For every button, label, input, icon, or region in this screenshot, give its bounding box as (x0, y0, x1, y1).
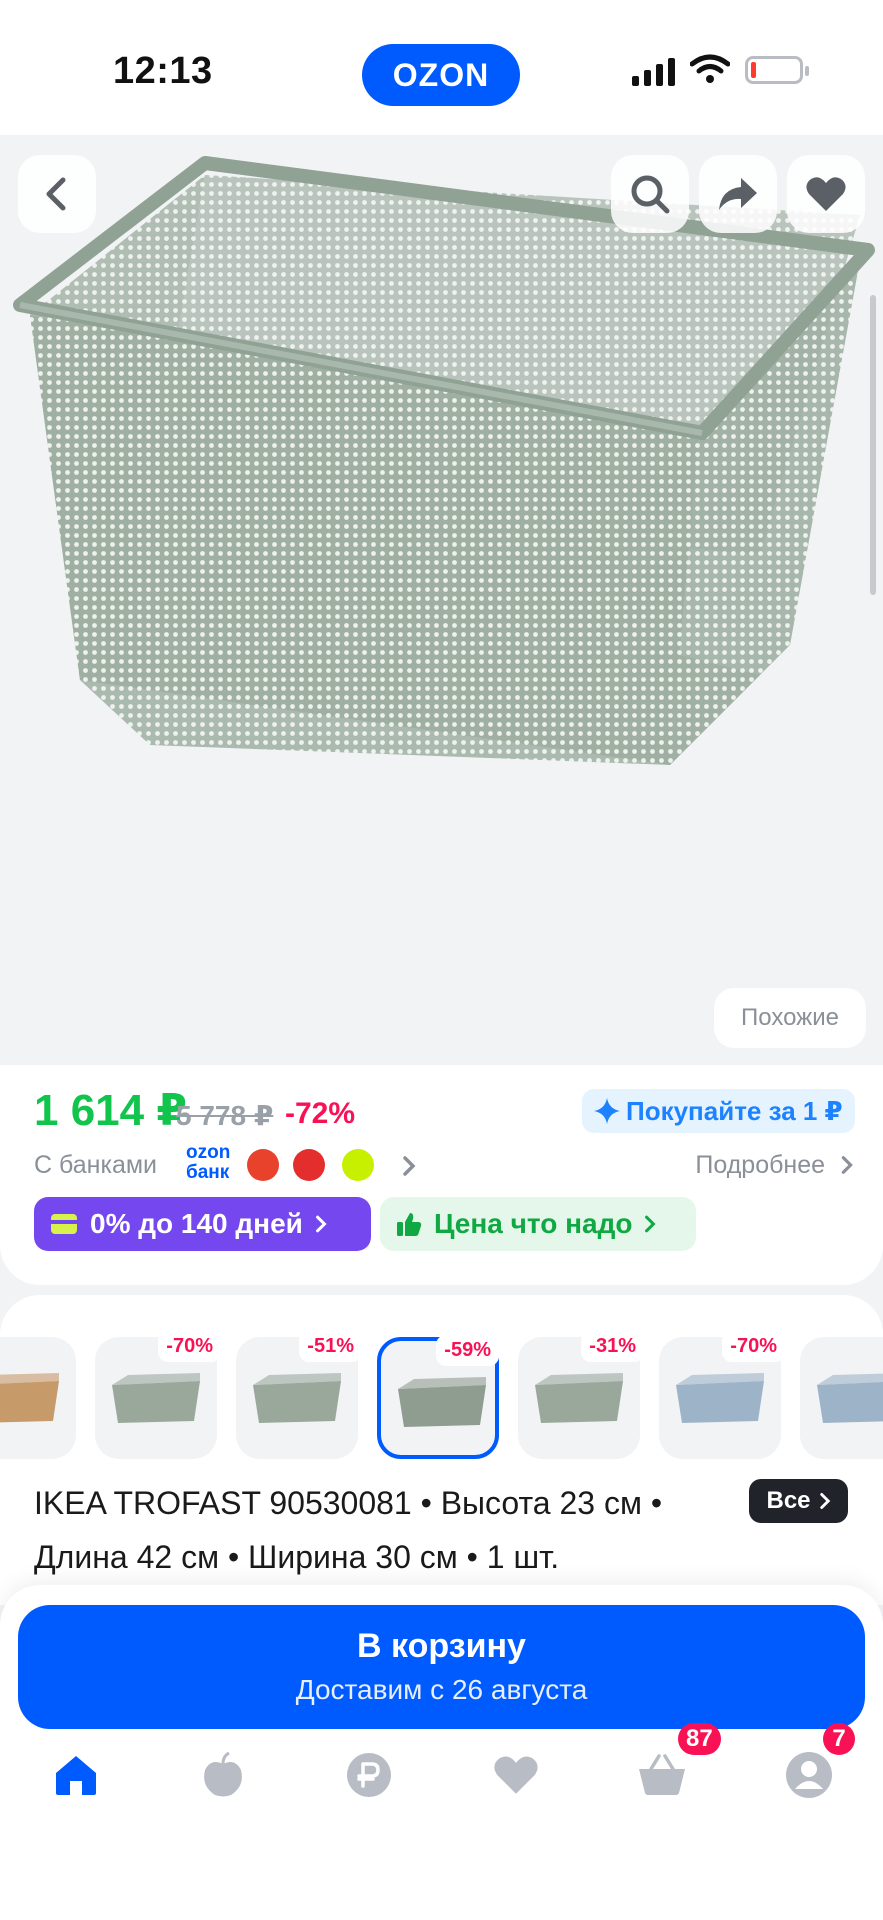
all-specs-button[interactable]: Все (749, 1479, 848, 1523)
cellular-signal-icon (632, 58, 675, 86)
search-icon (631, 175, 670, 214)
status-time: 12:13 (113, 50, 213, 92)
bank-offers-row[interactable]: С банками ozon банк Подробнее (34, 1143, 854, 1189)
variants-card: -70% -51% -59% -31% -70% -4 IKEA TROFAST 9053… (0, 1295, 883, 1605)
installment-label: 0% до 140 дней (90, 1208, 303, 1239)
variant-box-image (535, 1373, 623, 1423)
variant-box-image (676, 1373, 764, 1423)
variant-thumbnail[interactable]: -59% (377, 1335, 499, 1459)
battery-icon (745, 56, 809, 84)
chevron-right-icon (819, 1493, 830, 1509)
back-icon (46, 177, 66, 211)
bank-logo-icon-1 (247, 1149, 279, 1181)
thumbs-up-icon (397, 1213, 422, 1236)
sparkle-icon (594, 1098, 620, 1124)
variant-discount-badge: -31% (581, 1331, 644, 1362)
share-button[interactable] (699, 155, 777, 233)
buy-for-1-ruble-badge[interactable]: Покупайте за 1 ₽ (582, 1089, 855, 1133)
heart-icon (806, 177, 846, 211)
installment-chip[interactable]: 0% до 140 дней (34, 1197, 371, 1251)
variant-box-image (817, 1373, 883, 1423)
variant-box-image (112, 1373, 200, 1423)
product-image-gallery[interactable]: Похожие (0, 135, 883, 1065)
home-icon (56, 1756, 96, 1795)
fair-price-chip[interactable]: Цена что надо (380, 1197, 696, 1251)
product-photo (13, 156, 875, 765)
with-banks-label: С банками (34, 1151, 157, 1179)
status-bar: 12:13 OZON (0, 0, 883, 135)
variant-thumbnail[interactable] (0, 1337, 76, 1459)
card-icon (51, 1214, 77, 1234)
variant-thumbnail[interactable]: -31% (518, 1331, 644, 1459)
variant-thumbnail[interactable]: -70% (659, 1331, 785, 1459)
variant-discount-badge: -70% (158, 1331, 221, 1362)
tab-home[interactable] (46, 1745, 106, 1805)
heart-icon (494, 1756, 538, 1794)
ruble-icon (347, 1753, 391, 1797)
variant-thumbnail[interactable]: -4 (800, 1337, 883, 1459)
current-price: 1 614 ₽ (34, 1086, 187, 1135)
cart-count-badge: 87 (678, 1723, 721, 1755)
chevron-right-icon (645, 1215, 657, 1233)
tab-fresh[interactable] (193, 1745, 253, 1805)
share-icon (719, 178, 757, 210)
variant-discount-badge: -70% (722, 1331, 785, 1362)
ozon-bank-logo: ozon банк (186, 1142, 231, 1183)
variant-discount-badge: -59% (436, 1335, 499, 1366)
bank-logo-icon-3 (342, 1149, 374, 1181)
old-price: 5 778 ₽ (176, 1100, 274, 1131)
gallery-scroll-indicator (870, 295, 876, 595)
product-title-line-1: IKEA TROFAST 90530081 • Высота 23 см • (34, 1485, 663, 1521)
search-button[interactable] (611, 155, 689, 233)
ozon-logo[interactable]: OZON (362, 44, 520, 106)
fair-price-label: Цена что надо (434, 1208, 633, 1239)
variant-box-image (0, 1373, 59, 1423)
chevron-right-icon (841, 1156, 853, 1174)
tab-profile[interactable]: 7 (779, 1723, 855, 1805)
favorite-button[interactable] (787, 155, 865, 233)
profile-icon (786, 1752, 832, 1798)
discount-percent: -72% (285, 1097, 356, 1130)
variant-thumbnail[interactable]: -70% (95, 1331, 221, 1459)
profile-notification-badge: 7 (823, 1723, 855, 1755)
similar-button[interactable]: Похожие (714, 988, 866, 1048)
wifi-icon (690, 54, 730, 83)
details-link[interactable]: Подробнее (695, 1151, 854, 1180)
tab-cart[interactable]: 87 (632, 1723, 721, 1805)
delivery-date-label: Доставим с 26 августа (295, 1674, 588, 1705)
tab-favorites[interactable] (486, 1745, 546, 1805)
buy-for-1-ruble-label: Покупайте за 1 ₽ (626, 1095, 843, 1126)
back-button[interactable] (18, 155, 96, 233)
price-card: 1 614 ₽ 5 778 ₽ -72% Покупайте за 1 ₽ С … (0, 1065, 883, 1285)
chevron-right-icon (315, 1215, 327, 1233)
basket-icon (639, 1754, 685, 1795)
bank-logo-icon-2 (293, 1149, 325, 1181)
add-to-cart-label: В корзину (357, 1627, 526, 1665)
product-title-line-2: Длина 42 см • Ширина 30 см • 1 шт. (34, 1539, 560, 1575)
add-to-cart-button[interactable]: В корзину Доставим с 26 августа (18, 1605, 865, 1729)
tab-finance[interactable] (339, 1745, 399, 1805)
variant-box-image (398, 1377, 486, 1427)
apple-icon (204, 1752, 242, 1797)
variant-thumbnail[interactable]: -51% (236, 1331, 362, 1459)
variant-box-image (253, 1373, 341, 1423)
bottom-tab-bar: 87 7 (0, 1723, 883, 1835)
product-screen: 12:13 OZON Похожие 1 614 ₽ 5 778 ₽ -72% … (0, 0, 883, 1920)
variant-discount-badge: -51% (299, 1331, 362, 1362)
chevron-right-icon (403, 1156, 416, 1176)
